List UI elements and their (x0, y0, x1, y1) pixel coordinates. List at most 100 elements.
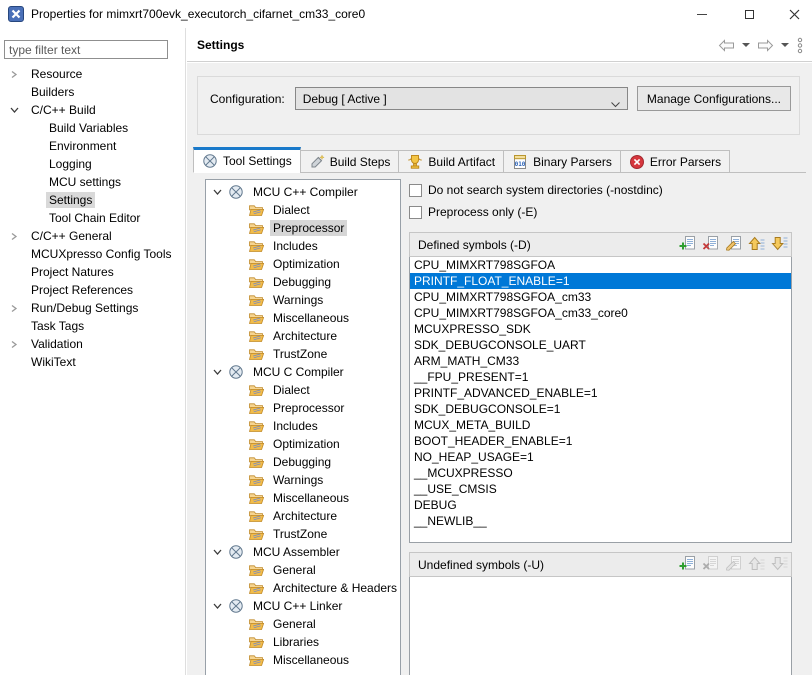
tool-tree-item-miscellaneous[interactable]: Miscellaneous (206, 651, 400, 669)
close-button[interactable] (776, 0, 812, 28)
tool-tree-item-trustzone[interactable]: TrustZone (206, 525, 400, 543)
back-history-dropdown[interactable] (742, 43, 750, 47)
tool-tree-item-debugging[interactable]: Debugging (206, 273, 400, 291)
sidebar-item-environment[interactable]: Environment (0, 137, 185, 155)
defined-symbol-row[interactable]: __MCUXPRESSO (410, 465, 791, 481)
defined-symbol-row[interactable]: BOOT_HEADER_ENABLE=1 (410, 433, 791, 449)
sidebar-item-wikitext[interactable]: WikiText (0, 353, 185, 371)
forward-history-dropdown[interactable] (781, 43, 789, 47)
tab-error-parsers[interactable]: Error Parsers (620, 150, 730, 173)
tab-tool-settings[interactable]: Tool Settings (193, 147, 301, 173)
tab-build-steps[interactable]: Build Steps (300, 150, 400, 173)
sidebar-item-c-c-general[interactable]: C/C++ General (0, 227, 185, 245)
chevron-right-icon[interactable] (8, 340, 20, 349)
tool-tree-item-mcu-c-linker[interactable]: MCU C++ Linker (206, 597, 400, 615)
tool-tree-item-includes[interactable]: Includes (206, 417, 400, 435)
tool-tree-item-optimization[interactable]: Optimization (206, 255, 400, 273)
tool-tree-item-architecture[interactable]: Architecture (206, 327, 400, 345)
tool-tree-item-miscellaneous[interactable]: Miscellaneous (206, 309, 400, 327)
defined-symbol-row[interactable]: DEBUG (410, 497, 791, 513)
sidebar-item-project-references[interactable]: Project References (0, 281, 185, 299)
sidebar-item-builders[interactable]: Builders (0, 83, 185, 101)
minimize-button[interactable] (684, 0, 720, 28)
tool-tree-item-warnings[interactable]: Warnings (206, 471, 400, 489)
tool-tree-item-preprocessor[interactable]: Preprocessor (206, 399, 400, 417)
tool-tree-item-debugging[interactable]: Debugging (206, 453, 400, 471)
defined-symbol-row[interactable]: __FPU_PRESENT=1 (410, 369, 791, 385)
defined-symbol-row[interactable]: __USE_CMSIS (410, 481, 791, 497)
sidebar-item-resource[interactable]: Resource (0, 65, 185, 83)
category-folder-icon (248, 239, 264, 253)
sidebar-item-validation[interactable]: Validation (0, 335, 185, 353)
tool-tree-item-label: TrustZone (270, 346, 330, 362)
chevron-down-icon[interactable] (211, 602, 223, 610)
defined-symbol-row[interactable]: ARM_MATH_CM33 (410, 353, 791, 369)
manage-configurations-button[interactable]: Manage Configurations... (637, 86, 791, 111)
sidebar-item-build-variables[interactable]: Build Variables (0, 119, 185, 137)
sidebar-item-task-tags[interactable]: Task Tags (0, 317, 185, 335)
chevron-down-icon[interactable] (8, 106, 20, 114)
nostdinc-label: Do not search system directories (-nostd… (428, 183, 663, 197)
defined-symbol-row[interactable]: CPU_MIMXRT798SGFOA_cm33_core0 (410, 305, 791, 321)
tool-tree-item-preprocessor[interactable]: Preprocessor (206, 219, 400, 237)
tool-tree-item-trustzone[interactable]: TrustZone (206, 345, 400, 363)
tool-tree-item-optimization[interactable]: Optimization (206, 435, 400, 453)
chevron-down-icon[interactable] (211, 368, 223, 376)
tool-icon (228, 364, 244, 380)
tool-tree-item-general[interactable]: General (206, 561, 400, 579)
tool-tree-item-dialect[interactable]: Dialect (206, 381, 400, 399)
move-symbol-up-button[interactable] (747, 236, 765, 253)
defined-symbol-row[interactable]: NO_HEAP_USAGE=1 (410, 449, 791, 465)
tab-build-artifact[interactable]: Build Artifact (398, 150, 504, 173)
delete-symbol-button[interactable] (701, 236, 719, 253)
move-symbol-down-button[interactable] (770, 236, 788, 253)
category-folder-icon (248, 419, 264, 433)
nostdinc-checkbox[interactable] (409, 184, 422, 197)
chevron-right-icon[interactable] (8, 232, 20, 241)
tool-tree-item-warnings[interactable]: Warnings (206, 291, 400, 309)
defined-symbol-row[interactable]: MCUXPRESSO_SDK (410, 321, 791, 337)
back-button[interactable] (718, 39, 735, 52)
sidebar-item-run-debug-settings[interactable]: Run/Debug Settings (0, 299, 185, 317)
add-symbol-button[interactable] (678, 556, 696, 573)
chevron-down-icon[interactable] (211, 548, 223, 556)
defined-symbol-row[interactable]: SDK_DEBUGCONSOLE_UART (410, 337, 791, 353)
defined-symbol-row[interactable]: PRINTF_FLOAT_ENABLE=1 (410, 273, 791, 289)
defined-symbol-row[interactable]: CPU_MIMXRT798SGFOA_cm33 (410, 289, 791, 305)
tab-binary-parsers[interactable]: 010Binary Parsers (503, 150, 621, 173)
sidebar-item-project-natures[interactable]: Project Natures (0, 263, 185, 281)
defined-symbol-row[interactable]: PRINTF_ADVANCED_ENABLE=1 (410, 385, 791, 401)
filter-input[interactable] (4, 40, 168, 59)
maximize-button[interactable] (731, 0, 767, 28)
sidebar-item-c-c-build[interactable]: C/C++ Build (0, 101, 185, 119)
chevron-right-icon[interactable] (8, 304, 20, 313)
tool-tree-item-includes[interactable]: Includes (206, 237, 400, 255)
tool-tree-item-general[interactable]: General (206, 615, 400, 633)
tool-tree-item-dialect[interactable]: Dialect (206, 201, 400, 219)
tool-tree-item-mcu-c-compiler[interactable]: MCU C Compiler (206, 363, 400, 381)
sidebar-item-tool-chain-editor[interactable]: Tool Chain Editor (0, 209, 185, 227)
chevron-down-icon[interactable] (211, 188, 223, 196)
defined-symbol-row[interactable]: CPU_MIMXRT798SGFOA (410, 257, 791, 273)
sidebar-item-mcu-settings[interactable]: MCU settings (0, 173, 185, 191)
tool-tree-item-libraries[interactable]: Libraries (206, 633, 400, 651)
defined-symbol-row[interactable]: SDK_DEBUGCONSOLE=1 (410, 401, 791, 417)
sidebar-item-settings[interactable]: Settings (0, 191, 185, 209)
sidebar-item-mcuxpresso-config-tools[interactable]: MCUXpresso Config Tools (0, 245, 185, 263)
configuration-combo[interactable]: Debug [ Active ] (295, 87, 628, 110)
chevron-right-icon[interactable] (8, 70, 20, 79)
preprocess-only-checkbox[interactable] (409, 206, 422, 219)
defined-symbol-row[interactable]: __NEWLIB__ (410, 513, 791, 529)
tool-tree-item-miscellaneous[interactable]: Miscellaneous (206, 489, 400, 507)
edit-symbol-button[interactable] (724, 236, 742, 253)
tool-tree-item-architecture-headers[interactable]: Architecture & Headers (206, 579, 400, 597)
properties-sidebar: ResourceBuildersC/C++ BuildBuild Variabl… (0, 28, 186, 675)
defined-symbol-row[interactable]: MCUX_META_BUILD (410, 417, 791, 433)
tool-tree-item-architecture[interactable]: Architecture (206, 507, 400, 525)
view-menu-button[interactable] (796, 37, 804, 54)
tool-tree-item-mcu-c-compiler[interactable]: MCU C++ Compiler (206, 183, 400, 201)
tool-tree-item-mcu-assembler[interactable]: MCU Assembler (206, 543, 400, 561)
add-symbol-button[interactable] (678, 236, 696, 253)
forward-button[interactable] (757, 39, 774, 52)
sidebar-item-logging[interactable]: Logging (0, 155, 185, 173)
